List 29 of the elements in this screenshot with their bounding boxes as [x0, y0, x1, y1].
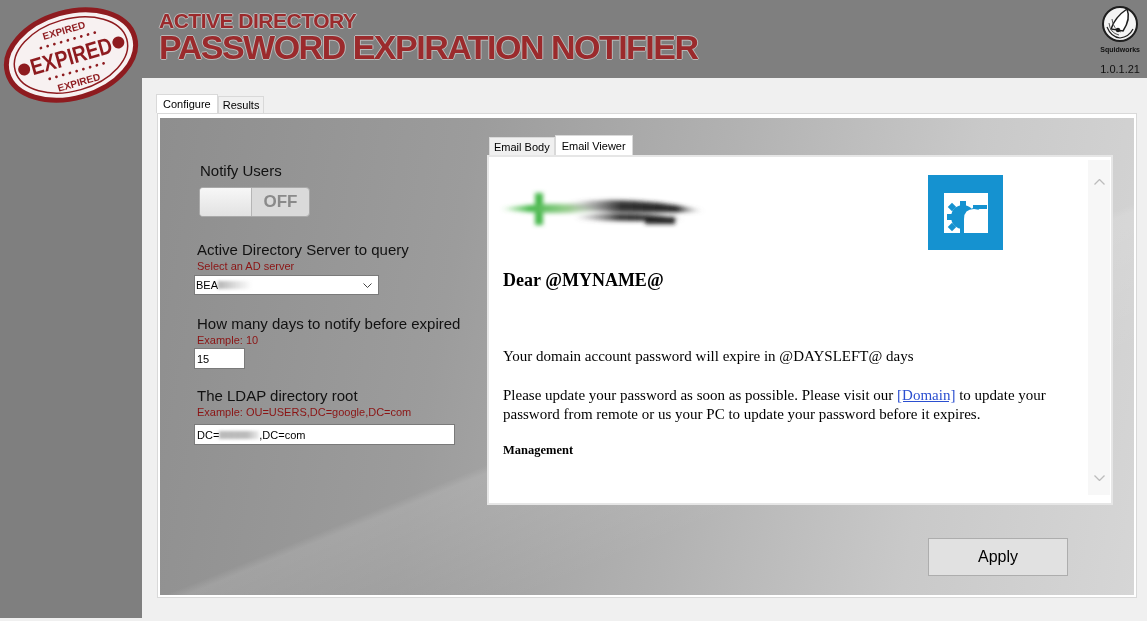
ldap-root-hint: Example: OU=USERS,DC=google,DC=com	[197, 406, 412, 419]
update-request-paragraph: Please update your password as soon as possible. Please visit our [Domain] to update your password from remote or us your PC to update your password before it expires.	[503, 386, 1047, 424]
chevron-up-icon[interactable]	[1093, 179, 1105, 185]
chevron-down-icon[interactable]	[1093, 475, 1105, 481]
ldap-root-input[interactable]: DC= ,DC=com	[194, 424, 455, 445]
email-greeting: Dear @MYNAME@	[503, 270, 665, 290]
scrollbar[interactable]	[1088, 160, 1110, 495]
apply-button[interactable]: Apply	[928, 538, 1068, 576]
days-label: How many days to notify before expired	[197, 314, 461, 334]
tab[interactable]: Results	[217, 96, 265, 113]
domain-link[interactable]: [Domain]	[897, 387, 956, 403]
app-title: PASSWORD EXPIRATION NOTIFIER	[159, 32, 698, 62]
version-label: 1.0.1.21	[1100, 63, 1140, 76]
ldap-root-label: The LDAP directory root	[197, 386, 358, 406]
ad-server-dropdown[interactable]: BEA	[194, 275, 379, 295]
days-input[interactable]: 15	[194, 348, 245, 369]
email-signature: Management	[503, 443, 575, 457]
tab[interactable]: Configure	[156, 94, 218, 113]
email-tab[interactable]: Email Viewer	[554, 135, 633, 155]
squid-logo	[1101, 5, 1140, 43]
email-tab[interactable]: Email Body	[489, 137, 555, 155]
notify-users-label: Notify Users	[200, 161, 282, 181]
expiry-notice-text: Your domain account password will expire in @DAYSLEFT@ days	[503, 347, 915, 365]
chevron-down-icon	[363, 282, 372, 288]
ad-server-hint: Select an AD server	[197, 260, 295, 273]
gear-logo-icon	[928, 175, 1003, 250]
days-hint: Example: 10	[197, 334, 259, 347]
app-subtitle: ACTIVE DIRECTORY	[159, 10, 357, 32]
ad-server-label: Active Directory Server to query	[197, 240, 409, 260]
